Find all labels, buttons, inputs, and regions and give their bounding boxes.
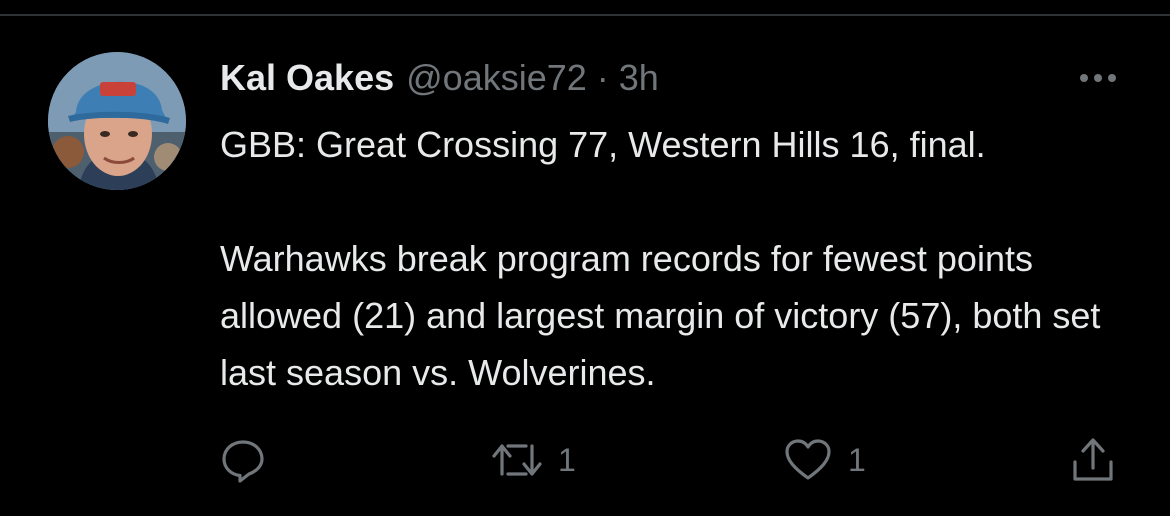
tweet-text-line: GBB: Great Crossing 77, Western Hills 16… (220, 124, 986, 165)
retweet-count: 1 (558, 441, 576, 478)
share-button[interactable] (1070, 434, 1116, 486)
avatar[interactable] (48, 52, 186, 190)
more-options-button[interactable] (1072, 64, 1124, 92)
author-display-name[interactable]: Kal Oakes (220, 57, 394, 99)
avatar-photo (48, 52, 186, 190)
tweet-timestamp[interactable]: 3h (619, 57, 659, 99)
tweet-text: GBB: Great Crossing 77, Western Hills 16… (220, 116, 1140, 401)
author-handle[interactable]: @oaksie72 (406, 57, 587, 99)
like-count: 1 (848, 441, 866, 478)
retweet-icon (492, 444, 542, 476)
reply-button[interactable] (220, 434, 266, 486)
like-button[interactable]: 1 (784, 434, 866, 486)
share-icon (1073, 438, 1113, 481)
tweet-header: Kal Oakes @oaksie72 · 3h (220, 54, 659, 102)
header-separator: · (596, 57, 609, 98)
top-divider (0, 14, 1170, 16)
heart-icon (785, 439, 831, 480)
more-dots-icon (1080, 74, 1116, 82)
tweet-text-line: Warhawks break program records for fewes… (220, 238, 1101, 393)
retweet-button[interactable]: 1 (492, 434, 576, 486)
reply-icon (222, 440, 264, 483)
